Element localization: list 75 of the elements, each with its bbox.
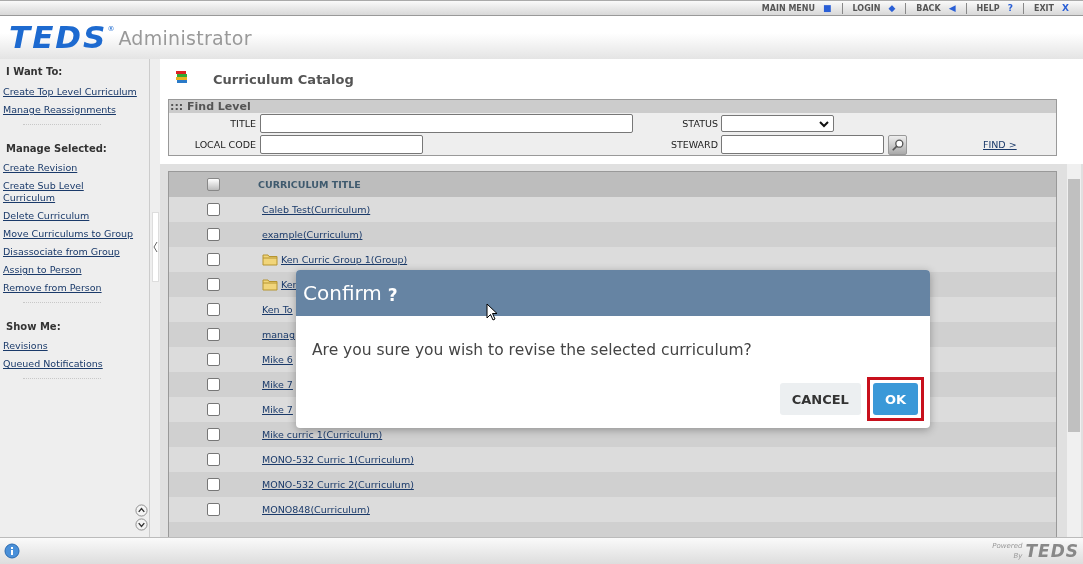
sidebar-heading: Show Me: — [6, 321, 62, 332]
curriculum-link[interactable]: Mike curric 1(Curriculum) — [262, 429, 383, 440]
row-checkbox[interactable] — [207, 228, 220, 241]
curriculum-link[interactable]: MONO-532 Curric 1(Curriculum) — [262, 454, 414, 465]
row-checkbox[interactable] — [207, 403, 220, 416]
cancel-button[interactable]: CANCEL — [779, 383, 861, 415]
lookup-button[interactable] — [888, 134, 907, 155]
row-checkbox[interactable] — [207, 328, 220, 341]
folder-icon — [262, 253, 278, 266]
sidebar-link[interactable]: Create Sub Level Curriculum — [3, 180, 84, 204]
curriculum-link[interactable]: MONO848(Curriculum) — [262, 504, 370, 515]
cursor-icon — [486, 303, 498, 321]
row-checkbox[interactable] — [207, 303, 220, 316]
input-field[interactable] — [260, 114, 633, 133]
row-checkbox[interactable] — [207, 453, 220, 466]
select-all-checkbox[interactable] — [207, 178, 220, 191]
sidebar-link[interactable]: Create Revision — [3, 162, 78, 174]
curriculum-link[interactable]: example(Curriculum) — [262, 229, 363, 240]
sidebar-link[interactable]: Manage Reassignments — [3, 104, 116, 116]
row-checkbox[interactable] — [207, 503, 220, 516]
curriculum-link[interactable]: Mike 7 — [262, 404, 293, 415]
nav-link[interactable]: BACK ◀ — [910, 1, 962, 15]
scroll-down-icon[interactable] — [135, 518, 148, 531]
curriculum-link[interactable]: Mike 6 — [262, 354, 293, 365]
sidebar-link[interactable]: Remove from Person — [3, 282, 102, 294]
sidebar-link[interactable]: Create Top Level Curriculum — [3, 86, 137, 98]
sidebar-link[interactable]: Queued Notifications — [3, 358, 103, 370]
row-checkbox[interactable] — [207, 203, 220, 216]
question-icon: ? — [387, 284, 398, 305]
folder-icon — [262, 278, 278, 291]
books-icon — [175, 70, 189, 84]
sidebar-link[interactable]: Disassociate from Group — [3, 246, 120, 258]
sidebar-link[interactable]: Assign to Person — [3, 264, 82, 276]
sidebar-heading: I Want To: — [6, 66, 64, 77]
chevron-down-icon — [819, 119, 829, 128]
sidebar-heading: Manage Selected: — [6, 143, 108, 154]
app-title: Administrator — [118, 26, 252, 49]
nav-link[interactable]: MAIN MENU ■ — [755, 1, 838, 15]
input-field[interactable] — [721, 135, 884, 154]
row-checkbox[interactable] — [207, 378, 220, 391]
field-label: STEWARD — [669, 139, 719, 150]
row-checkbox[interactable] — [207, 278, 220, 291]
field-label: STATUS — [681, 118, 719, 129]
curriculum-link[interactable]: Ken Curric Group 1(Group) — [281, 254, 408, 265]
curriculum-link[interactable]: Caleb Test(Curriculum) — [262, 204, 371, 215]
logo: TEDS — [9, 22, 108, 53]
column-header: CURRICULUM TITLE — [258, 179, 361, 190]
sidebar-link[interactable]: Delete Curriculum — [3, 210, 90, 222]
curriculum-link[interactable]: manag — [262, 329, 295, 340]
row-checkbox[interactable] — [207, 478, 220, 491]
row-checkbox[interactable] — [207, 428, 220, 441]
field-label: LOCAL CODE — [193, 139, 257, 150]
nav-link[interactable]: EXIT X — [1027, 1, 1075, 15]
nav-link[interactable]: HELP ? — [970, 1, 1019, 15]
dialog-title: Confirm — [303, 281, 382, 305]
curriculum-link[interactable]: Mike 7 — [262, 379, 293, 390]
field-label: TITLE — [229, 118, 257, 129]
input-field[interactable] — [260, 135, 423, 154]
status-dropdown[interactable] — [721, 115, 834, 132]
curriculum-link[interactable]: Ken To — [262, 304, 293, 315]
sidebar-link[interactable]: Revisions — [3, 340, 48, 352]
footer-logo: TEDS — [1025, 541, 1079, 561]
sidebar-link[interactable]: Move Curriculums to Group — [3, 228, 134, 240]
info-icon[interactable] — [4, 543, 20, 559]
scroll-up-icon[interactable] — [135, 504, 148, 517]
row-checkbox[interactable] — [207, 253, 220, 266]
collapse-handle-icon[interactable] — [151, 212, 159, 282]
nav-link[interactable]: LOGIN ◆ — [846, 1, 902, 15]
curriculum-link[interactable]: MONO-532 Curric 2(Curriculum) — [262, 479, 414, 490]
dialog-message: Are you sure you wish to revise the selected curriculum? — [311, 340, 753, 359]
page-title: Curriculum Catalog — [213, 71, 354, 87]
scrollbar[interactable] — [1067, 164, 1081, 537]
panel-title: ::: Find Level — [169, 100, 1056, 113]
row-checkbox[interactable] — [207, 353, 220, 366]
find-link[interactable]: FIND > — [983, 139, 1017, 150]
